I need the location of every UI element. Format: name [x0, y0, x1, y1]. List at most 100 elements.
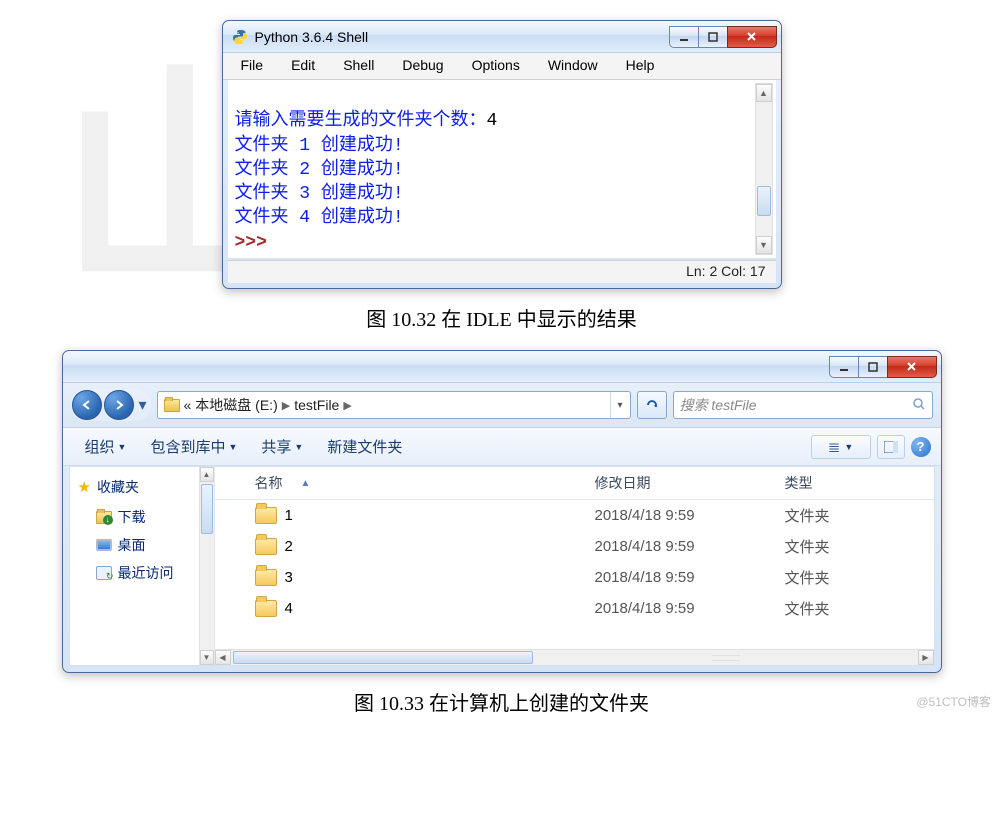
file-list-pane: 名称▲ 修改日期 类型 1 2018/4/18 9:59 文件夹 2 2018/… [215, 467, 934, 665]
search-input[interactable]: 搜索 testFile [673, 391, 933, 419]
tool-include-in-library[interactable]: 包含到库中▼ [138, 432, 249, 461]
shell-input: 4 [487, 111, 498, 131]
sidebar-scrollbar[interactable]: ▲ ▼ [199, 467, 214, 665]
folder-icon [255, 600, 277, 617]
nav-forward-button[interactable] [104, 390, 134, 420]
downloads-icon [96, 511, 112, 524]
sidebar-favorites[interactable]: ★ 收藏夹 [74, 475, 214, 503]
search-icon [912, 397, 926, 414]
idle-menubar: File Edit Shell Debug Options Window Hel… [223, 53, 781, 80]
view-mode-button[interactable]: ≣▼ [811, 435, 871, 459]
file-date: 2018/4/18 9:59 [595, 569, 785, 586]
scroll-up-icon[interactable]: ▲ [756, 84, 772, 102]
idle-title: Python 3.6.4 Shell [255, 29, 369, 45]
menu-file[interactable]: File [227, 53, 278, 79]
explorer-sidebar: ★ 收藏夹 下载 桌面 最近访问 ▲ [70, 467, 215, 665]
scroll-thumb[interactable] [233, 651, 533, 664]
file-type: 文件夹 [785, 567, 865, 588]
scroll-thumb[interactable] [201, 484, 213, 534]
minimize-button[interactable] [829, 356, 859, 378]
chevron-down-icon: ▼ [844, 442, 853, 452]
resize-grip-icon[interactable] [712, 655, 740, 661]
explorer-nav-row: ▾ « 本地磁盘 (E:) ▶ testFile ▶ ▾ 搜索 testFile [63, 383, 941, 428]
shell-line: 请输入需要生成的文件夹个数： [235, 111, 487, 131]
file-row[interactable]: 1 2018/4/18 9:59 文件夹 [215, 500, 934, 531]
chevron-down-icon: ▼ [228, 442, 237, 452]
file-name: 2 [285, 538, 293, 555]
explorer-window: ▾ « 本地磁盘 (E:) ▶ testFile ▶ ▾ 搜索 testFile [62, 350, 942, 673]
column-date[interactable]: 修改日期 [595, 473, 785, 493]
scroll-down-icon[interactable]: ▼ [756, 236, 772, 254]
breadcrumb-prefix: « [184, 397, 192, 413]
folder-icon [255, 507, 277, 524]
sidebar-recent[interactable]: 最近访问 [74, 559, 214, 587]
menu-options[interactable]: Options [458, 53, 534, 79]
window-controls [830, 356, 937, 378]
scrollbar-horizontal[interactable]: ◀ ▶ [215, 649, 934, 665]
tool-share[interactable]: 共享▼ [249, 432, 315, 461]
star-icon: ★ [78, 478, 91, 496]
chevron-right-icon[interactable]: ▶ [343, 399, 351, 412]
column-name[interactable]: 名称▲ [255, 473, 595, 493]
python-icon [231, 28, 249, 46]
scroll-down-icon[interactable]: ▼ [200, 650, 214, 665]
page-watermark: @51CTO博客 [916, 693, 991, 710]
file-row[interactable]: 3 2018/4/18 9:59 文件夹 [215, 562, 934, 593]
tool-organize[interactable]: 组织▼ [73, 432, 139, 461]
tool-new-folder[interactable]: 新建文件夹 [315, 432, 414, 461]
scroll-thumb[interactable] [757, 186, 771, 216]
figure-caption-1: 图 10.32 在 IDLE 中显示的结果 [0, 303, 1003, 332]
breadcrumb-part[interactable]: testFile [294, 397, 339, 413]
menu-window[interactable]: Window [534, 53, 612, 79]
explorer-toolbar: 组织▼ 包含到库中▼ 共享▼ 新建文件夹 ≣▼ ? [63, 428, 941, 466]
scroll-left-icon[interactable]: ◀ [215, 650, 231, 665]
figure-caption-2: 图 10.33 在计算机上创建的文件夹 [0, 687, 1003, 716]
maximize-button[interactable] [858, 356, 888, 378]
file-date: 2018/4/18 9:59 [595, 507, 785, 524]
file-name: 1 [285, 507, 293, 524]
maximize-button[interactable] [698, 26, 728, 48]
explorer-titlebar[interactable] [63, 351, 941, 383]
nav-back-button[interactable] [72, 390, 102, 420]
sort-asc-icon: ▲ [301, 478, 311, 489]
close-button[interactable] [727, 26, 777, 48]
address-bar[interactable]: « 本地磁盘 (E:) ▶ testFile ▶ ▾ [157, 391, 631, 419]
sidebar-desktop[interactable]: 桌面 [74, 531, 214, 559]
chevron-right-icon[interactable]: ▶ [282, 399, 290, 412]
column-type[interactable]: 类型 [785, 473, 865, 493]
menu-edit[interactable]: Edit [277, 53, 329, 79]
folder-icon [255, 538, 277, 555]
close-button[interactable] [887, 356, 937, 378]
file-type: 文件夹 [785, 598, 865, 619]
idle-window: Python 3.6.4 Shell File Edit Shell Debug… [222, 20, 782, 289]
refresh-button[interactable] [637, 391, 667, 419]
help-button[interactable]: ? [911, 437, 931, 457]
desktop-icon [96, 539, 112, 551]
file-name: 4 [285, 600, 293, 617]
menu-help[interactable]: Help [612, 53, 669, 79]
file-row[interactable]: 2 2018/4/18 9:59 文件夹 [215, 531, 934, 562]
column-headers: 名称▲ 修改日期 类型 [215, 467, 934, 500]
address-dropdown[interactable]: ▾ [610, 392, 630, 418]
nav-history-dropdown[interactable]: ▾ [136, 391, 150, 419]
idle-text-area[interactable]: 请输入需要生成的文件夹个数：4 文件夹 1 创建成功! 文件夹 2 创建成功! … [228, 80, 776, 258]
sidebar-downloads[interactable]: 下载 [74, 503, 214, 531]
scroll-right-icon[interactable]: ▶ [918, 650, 934, 665]
preview-pane-button[interactable] [877, 435, 905, 459]
chevron-down-icon: ▼ [294, 442, 303, 452]
menu-debug[interactable]: Debug [388, 53, 457, 79]
menu-shell[interactable]: Shell [329, 53, 388, 79]
file-type: 文件夹 [785, 536, 865, 557]
scroll-up-icon[interactable]: ▲ [200, 467, 214, 482]
file-type: 文件夹 [785, 505, 865, 526]
shell-line: 文件夹 1 创建成功! [235, 136, 404, 156]
recent-places-icon [96, 566, 112, 580]
shell-prompt: >>> [235, 233, 278, 253]
folder-icon [255, 569, 277, 586]
breadcrumb-part[interactable]: 本地磁盘 (E:) [195, 395, 277, 415]
scrollbar-vertical[interactable]: ▲ ▼ [755, 83, 773, 255]
file-name: 3 [285, 569, 293, 586]
minimize-button[interactable] [669, 26, 699, 48]
file-row[interactable]: 4 2018/4/18 9:59 文件夹 [215, 593, 934, 624]
idle-titlebar[interactable]: Python 3.6.4 Shell [223, 21, 781, 53]
